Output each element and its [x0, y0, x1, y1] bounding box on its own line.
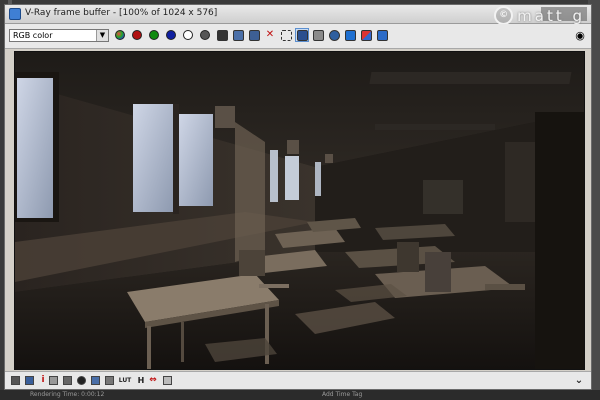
red-channel-icon: [132, 30, 142, 40]
clear-icon: ✕: [265, 29, 275, 40]
watermark: © matt g: [494, 6, 585, 25]
blue-channel-icon: [166, 30, 176, 40]
red-channel-button[interactable]: [130, 28, 144, 42]
render-viewport[interactable]: [14, 51, 585, 370]
classroom-render-image: [15, 52, 584, 369]
ocio-icon: [104, 375, 114, 385]
eye-icon: ◉: [575, 28, 585, 42]
stamp-icon: [376, 29, 388, 41]
load-button[interactable]: [247, 28, 261, 42]
color-correction-icon: [10, 375, 20, 385]
camera-button[interactable]: [343, 28, 357, 42]
save-icon: [216, 29, 228, 41]
lut-toggle-button[interactable]: [89, 374, 101, 386]
lut-button[interactable]: LUT: [117, 374, 133, 386]
monochrome-button[interactable]: [198, 28, 212, 42]
track-mouse-button[interactable]: [295, 28, 309, 42]
channel-select-value: RGB color: [13, 31, 53, 40]
level-icon: [48, 375, 58, 385]
curve-button[interactable]: [23, 374, 35, 386]
stamp-button[interactable]: [375, 28, 389, 42]
duplicate-button[interactable]: [279, 28, 293, 42]
expand-panel-button[interactable]: ⌄: [573, 374, 585, 386]
lut-icon: [90, 375, 100, 385]
rgb-channels-icon: [115, 30, 125, 40]
track-mouse-icon: [296, 29, 308, 41]
eye-button[interactable]: ◉: [573, 28, 587, 42]
color-correction-button[interactable]: [9, 374, 21, 386]
channel-select[interactable]: RGB color ▼: [9, 29, 109, 42]
curve-icon: [24, 375, 34, 385]
lut-label: LUT: [118, 376, 132, 384]
camera-icon: [344, 29, 356, 41]
render-region-icon: [312, 29, 324, 41]
level-button[interactable]: [47, 374, 59, 386]
histogram-label: H: [137, 375, 145, 385]
green-channel-button[interactable]: [147, 28, 161, 42]
teapot-render-icon: [328, 29, 340, 41]
monochrome-icon: [200, 30, 210, 40]
pixel-aspect-button[interactable]: [161, 374, 173, 386]
render-region-button[interactable]: [311, 28, 325, 42]
render-time-text: Rendering Time: 0:00:12: [30, 391, 105, 398]
watermark-text: matt g: [517, 6, 585, 25]
alpha-channel-button[interactable]: [181, 28, 195, 42]
save-all-icon: [232, 29, 244, 41]
compare-button[interactable]: ⇔: [147, 374, 159, 386]
host-status-strip: Rendering Time: 0:00:12 Add Time Tag: [0, 390, 600, 400]
vray-frame-buffer-window[interactable]: V-Ray frame buffer - [100% of 1024 x 576…: [4, 4, 592, 390]
blue-channel-button[interactable]: [164, 28, 178, 42]
alpha-channel-icon: [183, 30, 193, 40]
info-icon: i: [41, 375, 45, 385]
chevron-down-icon[interactable]: ▼: [96, 30, 108, 41]
vray-app-icon: [9, 8, 21, 20]
lens-effects-button[interactable]: [359, 28, 373, 42]
add-time-tag-link[interactable]: Add Time Tag: [322, 391, 362, 399]
compare-icon: ⇔: [149, 375, 157, 385]
histogram-button[interactable]: H: [135, 374, 147, 386]
clear-button[interactable]: ✕: [263, 28, 277, 42]
save-button[interactable]: [215, 28, 229, 42]
bottom-toolbar: i LUT H ⇔ ⌄: [5, 371, 591, 389]
srgb-button[interactable]: [75, 374, 87, 386]
chevron-down-icon: ⌄: [574, 374, 584, 386]
load-icon: [248, 29, 260, 41]
title-bar[interactable]: V-Ray frame buffer - [100% of 1024 x 576…: [5, 5, 591, 25]
pixel-aspect-icon: [162, 375, 172, 385]
exposure-icon: [62, 375, 72, 385]
srgb-icon: [76, 375, 86, 385]
save-all-button[interactable]: [231, 28, 245, 42]
duplicate-icon: [280, 29, 292, 41]
rgb-channels-button[interactable]: [113, 28, 127, 42]
top-toolbar: RGB color ▼ ✕ ◉: [5, 24, 591, 49]
exposure-button[interactable]: [61, 374, 73, 386]
window-title: V-Ray frame buffer - [100% of 1024 x 576…: [25, 8, 218, 18]
ocio-button[interactable]: [103, 374, 115, 386]
teapot-render-button[interactable]: [327, 28, 341, 42]
copyright-icon: ©: [494, 6, 514, 25]
green-channel-icon: [149, 30, 159, 40]
lens-effects-icon: [360, 29, 372, 41]
